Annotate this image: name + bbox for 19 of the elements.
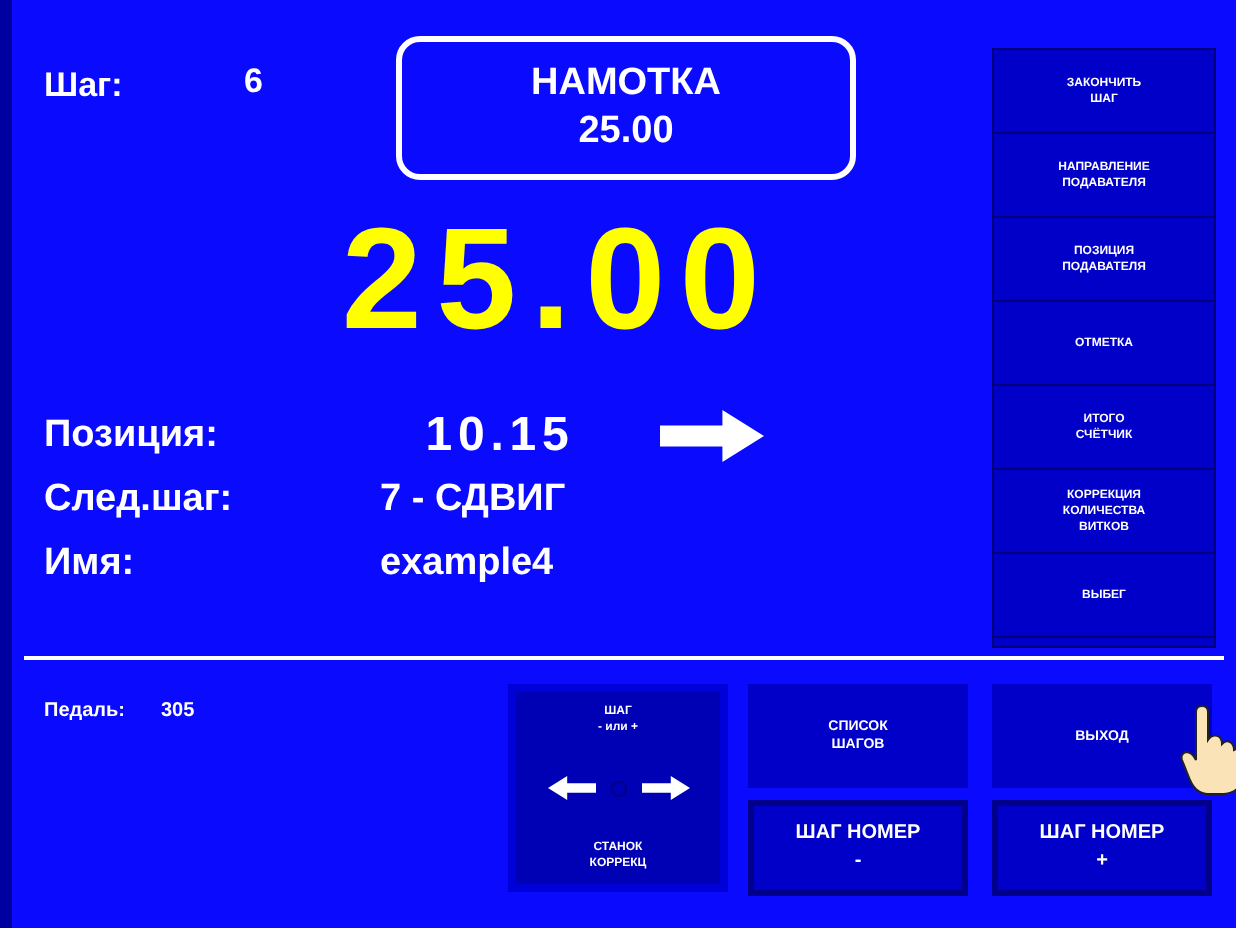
hand-pointer-icon: [1180, 704, 1236, 796]
info-label: След.шаг:: [44, 475, 235, 524]
step-label: Шаг:: [44, 64, 125, 108]
pedal-value: 305: [161, 698, 195, 726]
info-label: Имя:: [44, 539, 137, 588]
step-value: 6: [244, 60, 265, 104]
pedal-label: Педаль:: [44, 698, 125, 726]
mode-title: НАМОТКА: [531, 60, 721, 108]
command-button[interactable]: ШАГ НОМЕР +: [992, 800, 1212, 896]
arrow-left-icon: [545, 776, 597, 800]
arrow-right-icon: [639, 776, 691, 800]
mode-value: 25.00: [578, 108, 674, 156]
command-button[interactable]: ШАГ НОМЕР -: [748, 800, 968, 896]
info-label: Позиция:: [44, 411, 220, 460]
info-value: 7 - СДВИГ: [380, 475, 566, 524]
circle-icon: [609, 779, 627, 797]
info-value: 10.15: [423, 406, 577, 466]
main-reading: 25.00: [341, 208, 775, 352]
info-value: example4: [380, 539, 554, 588]
